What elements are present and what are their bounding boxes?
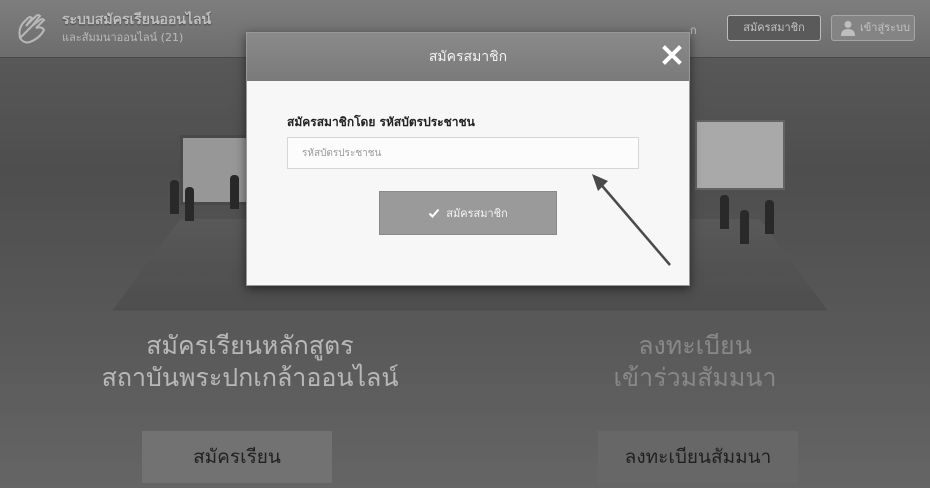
annotation-arrow xyxy=(592,174,671,266)
check-icon xyxy=(429,208,440,218)
id-field-label: สมัครสมาชิกโดย รหัสบัตรประชาชน xyxy=(287,115,475,129)
close-icon[interactable] xyxy=(660,43,684,67)
submit-label: สมัครสมาชิก xyxy=(446,207,508,220)
modal-title: สมัครสมาชิก xyxy=(428,49,508,65)
modal-header: สมัครสมาชิก xyxy=(247,33,689,81)
register-submit-button[interactable]: สมัครสมาชิก xyxy=(379,191,557,235)
